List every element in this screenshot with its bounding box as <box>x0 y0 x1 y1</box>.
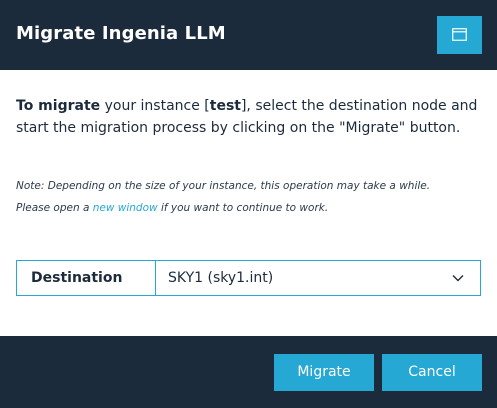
note-part2: Please open a <box>16 202 93 214</box>
dialog-title: Migrate Ingenia LLM <box>16 23 226 44</box>
dialog-body: To migrate your instance [test], select … <box>0 70 497 336</box>
note-part1: Note: Depending on the size of your inst… <box>16 180 431 192</box>
destination-selected-value: SKY1 (sky1.int) <box>168 270 274 286</box>
destination-select[interactable]: SKY1 (sky1.int) <box>156 261 480 295</box>
migrate-dialog: Migrate Ingenia LLM To migrate your inst… <box>0 0 497 408</box>
window-toggle-button[interactable] <box>437 16 482 54</box>
intro-text: To migrate your instance [test], select … <box>16 95 486 139</box>
destination-row: Destination SKY1 (sky1.int) <box>16 260 481 296</box>
intro-part1: your instance [ <box>100 98 210 114</box>
destination-label: Destination <box>17 261 156 295</box>
note-text: Note: Depending on the size of your inst… <box>16 175 491 219</box>
dialog-header: Migrate Ingenia LLM <box>0 0 497 70</box>
chevron-down-icon <box>452 275 464 282</box>
intro-bold-lead: To migrate <box>16 98 101 114</box>
dialog-footer: Migrate Cancel <box>0 336 497 408</box>
window-icon <box>452 28 467 41</box>
instance-name: test <box>209 98 241 114</box>
cancel-button[interactable]: Cancel <box>382 354 482 391</box>
new-window-link[interactable]: new window <box>93 202 158 214</box>
note-part3: if you want to continue to work. <box>157 202 329 214</box>
migrate-button[interactable]: Migrate <box>274 354 374 391</box>
